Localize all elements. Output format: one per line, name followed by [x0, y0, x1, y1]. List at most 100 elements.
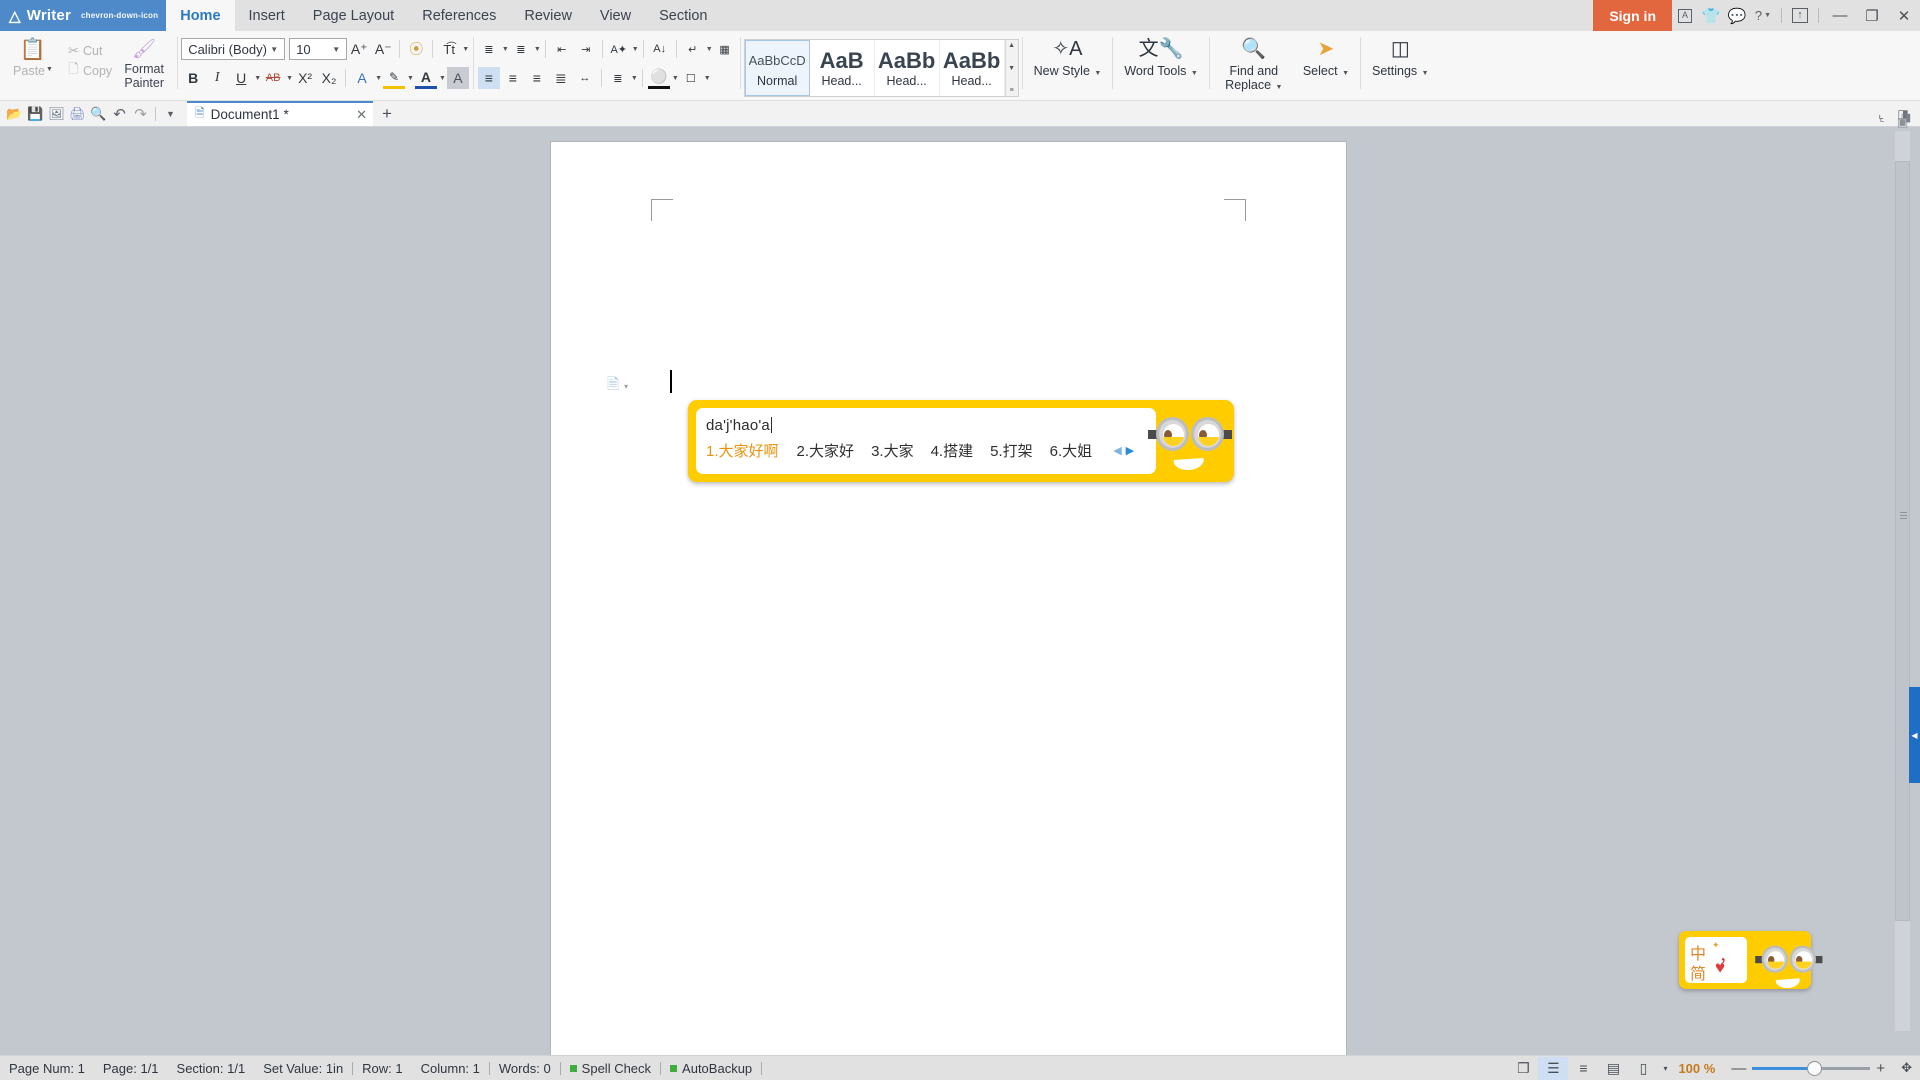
tab-references[interactable]: References	[408, 0, 510, 31]
increase-indent-icon[interactable]: ⇥	[575, 38, 597, 60]
numbered-list-icon[interactable]: ≣	[510, 38, 532, 60]
scrollbar-thumb[interactable]	[1895, 161, 1910, 921]
chevron-down-icon[interactable]: ▼	[329, 45, 343, 54]
scroll-down-icon[interactable]: ▼	[1008, 65, 1015, 72]
zoom-slider[interactable]	[1752, 1060, 1871, 1076]
close-tab-icon[interactable]: ✕	[342, 107, 367, 123]
restore-pane-icon[interactable]: ⌞	[1874, 109, 1890, 125]
ime-mode-card[interactable]: 中 简 ✦ ， ♥	[1685, 937, 1747, 983]
ime-candidate-1[interactable]: 1.大家好啊	[706, 440, 779, 461]
ime-candidate-3[interactable]: 3.大家	[871, 440, 914, 461]
chevron-down-icon[interactable]: ▼	[439, 75, 446, 82]
minion-mascot-icon[interactable]	[1755, 936, 1823, 989]
print-layout-view-icon[interactable]: ☰	[1538, 1056, 1569, 1080]
zoom-percentage[interactable]: 100 %	[1672, 1061, 1725, 1076]
find-and-replace-button[interactable]: 🔍 Find and Replace ▼	[1213, 31, 1295, 95]
chevron-down-icon[interactable]: ▼	[46, 66, 53, 73]
align-center-icon[interactable]: ≡	[502, 67, 524, 89]
text-effects-icon[interactable]: A	[351, 67, 373, 89]
new-style-button[interactable]: ✧A New Style ▼	[1026, 31, 1110, 81]
chevron-down-icon[interactable]: ▼	[672, 75, 679, 82]
font-color-icon[interactable]: A	[414, 67, 437, 89]
chevron-down-icon[interactable]: ▼	[706, 46, 713, 53]
document-workspace[interactable]: 🗎 ▾ da'j'hao'a 1.大家好啊 2.大家好 3.大家 4.搭建 5.…	[0, 112, 1920, 1069]
styles-more-icon[interactable]: ≡	[1010, 87, 1014, 94]
table-grid-icon[interactable]: ▦	[714, 38, 736, 60]
ime-candidate-5[interactable]: 5.打架	[990, 440, 1033, 461]
font-size-combo[interactable]: 10 ▼	[289, 38, 348, 60]
highlight-color-icon[interactable]: ✎	[383, 67, 405, 89]
print-icon[interactable]: 🖨	[67, 103, 88, 125]
ime-candidate-6[interactable]: 6.大姐	[1050, 440, 1093, 461]
text-tools-icon[interactable]: T͡t	[438, 38, 460, 60]
zoom-slider-knob[interactable]	[1807, 1060, 1823, 1076]
format-painter-button[interactable]: 🖌 Format Painter	[114, 35, 174, 90]
chevron-down-icon[interactable]: ▼	[254, 75, 261, 82]
save-icon[interactable]: 💾	[25, 103, 46, 125]
italic-button[interactable]: I	[206, 67, 228, 89]
status-section[interactable]: Section: 1/1	[168, 1061, 255, 1076]
next-page-icon[interactable]: ▶	[1124, 444, 1136, 457]
ime-candidate-window[interactable]: da'j'hao'a 1.大家好啊 2.大家好 3.大家 4.搭建 5.打架 6…	[688, 400, 1234, 482]
ime-status-bar[interactable]: 中 简 ✦ ， ♥	[1679, 931, 1823, 989]
distribute-text-icon[interactable]: ↔	[574, 67, 596, 89]
night-mode-icon[interactable]: ▯	[1628, 1057, 1658, 1080]
bullet-list-icon[interactable]: ≣	[478, 38, 500, 60]
zoom-out-button[interactable]: —	[1725, 1060, 1752, 1077]
cut-button[interactable]: ✂ Cut	[64, 41, 112, 61]
shrink-font-button[interactable]: A⁻	[372, 38, 394, 60]
chevron-down-icon[interactable]: ▾	[1658, 1057, 1672, 1080]
open-folder-icon[interactable]: 📂	[4, 103, 25, 125]
undo-icon[interactable]: ↶	[109, 103, 130, 125]
grow-font-button[interactable]: A⁺	[348, 38, 370, 60]
status-row[interactable]: Row: 1	[353, 1061, 411, 1076]
paste-button[interactable]: 📋 Paste ▼	[6, 35, 60, 79]
font-family-combo[interactable]: Calibri (Body) ▼	[181, 38, 286, 60]
style-normal[interactable]: AaBbCcD Normal	[744, 40, 810, 96]
web-layout-view-icon[interactable]: ▤	[1598, 1057, 1628, 1080]
copy-button[interactable]: 🗋 Copy	[64, 61, 112, 81]
minimize-icon[interactable]: —	[1824, 0, 1856, 31]
character-shading-icon[interactable]: A	[446, 67, 469, 89]
zoom-in-button[interactable]: +	[1870, 1060, 1891, 1077]
scroll-up-icon[interactable]: ▲	[1008, 42, 1015, 49]
paste-options-button[interactable]: 🗎 ▾	[607, 374, 628, 399]
clear-formatting-icon[interactable]: ⦿	[405, 38, 427, 60]
document-tab[interactable]: 🗎 Document1 * ✕	[187, 101, 373, 126]
style-heading-3[interactable]: AaBb Head...	[940, 40, 1005, 96]
chevron-down-icon[interactable]: ▼	[407, 75, 414, 82]
status-column[interactable]: Column: 1	[412, 1061, 489, 1076]
chevron-down-icon[interactable]: ▼	[267, 45, 281, 54]
feedback-chat-icon[interactable]: 💬	[1724, 0, 1750, 31]
align-left-icon[interactable]: ≡	[477, 67, 500, 89]
close-icon[interactable]: ✕	[1888, 0, 1920, 31]
status-set-value[interactable]: Set Value: 1in	[254, 1061, 352, 1076]
show-formatting-marks-icon[interactable]: ↵	[682, 38, 704, 60]
sort-az-icon[interactable]: A↓	[649, 38, 671, 60]
subscript-button[interactable]: X₂	[318, 67, 340, 89]
strikethrough-button[interactable]: AB	[262, 67, 284, 89]
chevron-down-icon[interactable]: ▼	[632, 46, 639, 53]
status-page-count[interactable]: Page: 1/1	[94, 1061, 168, 1076]
select-button[interactable]: ➤ Select ▼	[1295, 31, 1357, 81]
chevron-down-icon[interactable]: ▼	[534, 46, 541, 53]
app-switch-icon[interactable]: A	[1672, 0, 1698, 31]
chevron-down-icon[interactable]: ▼	[286, 75, 293, 82]
style-heading-2[interactable]: AaBb Head...	[875, 40, 940, 96]
status-page-num[interactable]: Page Num: 1	[0, 1061, 94, 1076]
status-autobackup[interactable]: AutoBackup	[661, 1061, 761, 1076]
tab-home[interactable]: Home	[166, 0, 235, 31]
align-right-icon[interactable]: ≡	[526, 67, 548, 89]
customize-qat-caret-icon[interactable]: ▼	[160, 103, 181, 125]
app-brand-button[interactable]: △ Writer chevron-down-icon	[0, 0, 167, 31]
tab-section[interactable]: Section	[645, 0, 721, 31]
settings-button[interactable]: ◫ Settings ▼	[1364, 31, 1437, 81]
new-tab-button[interactable]: +	[373, 104, 401, 124]
chevron-down-icon[interactable]: ▼	[462, 46, 469, 53]
tab-view[interactable]: View	[586, 0, 645, 31]
tab-review[interactable]: Review	[510, 0, 586, 31]
tab-insert[interactable]: Insert	[235, 0, 299, 31]
line-spacing-icon[interactable]: ≣	[607, 67, 629, 89]
status-word-count[interactable]: Words: 0	[490, 1061, 560, 1076]
export-pdf-icon[interactable]: 🖼	[46, 103, 67, 125]
